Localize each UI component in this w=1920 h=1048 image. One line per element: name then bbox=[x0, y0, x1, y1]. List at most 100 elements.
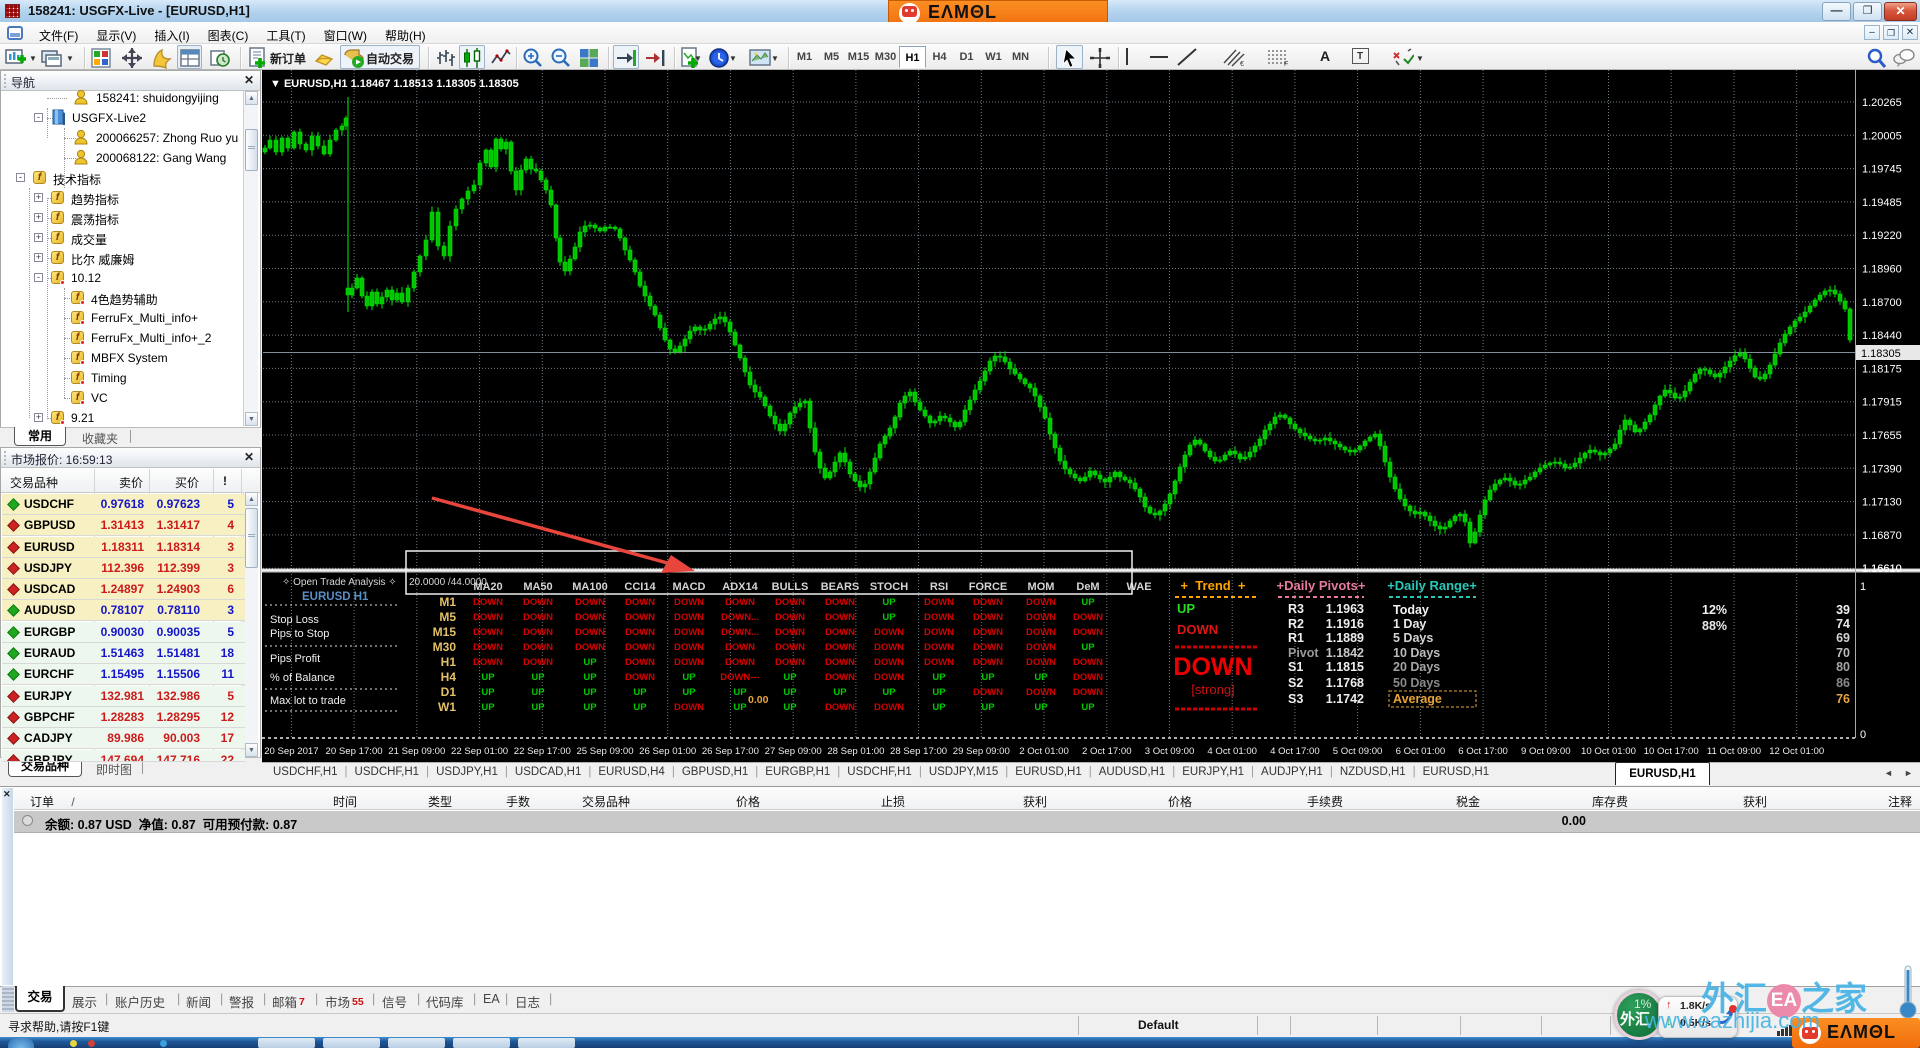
svg-text:1.17130: 1.17130 bbox=[1862, 497, 1902, 509]
svg-text:UP: UP bbox=[932, 702, 946, 713]
svg-text:UP: UP bbox=[1034, 672, 1048, 683]
svg-text:Average: Average bbox=[1393, 692, 1442, 706]
svg-text:DOWN: DOWN bbox=[874, 642, 904, 653]
svg-text:2 Oct 17:00: 2 Oct 17:00 bbox=[1082, 746, 1132, 757]
svg-text:26 Sep 17:00: 26 Sep 17:00 bbox=[702, 746, 759, 757]
svg-text:DOWN: DOWN bbox=[1026, 657, 1056, 668]
svg-text:0: 0 bbox=[1860, 729, 1866, 741]
svg-text:29 Sep 09:00: 29 Sep 09:00 bbox=[953, 746, 1010, 757]
svg-text:S3: S3 bbox=[1288, 692, 1303, 706]
svg-text:1.18305: 1.18305 bbox=[1861, 348, 1901, 360]
svg-text:DOWN: DOWN bbox=[575, 597, 605, 608]
svg-text:1.1963: 1.1963 bbox=[1326, 602, 1364, 616]
svg-text:DOWN: DOWN bbox=[674, 657, 704, 668]
svg-text:DOWN: DOWN bbox=[674, 642, 704, 653]
svg-text:DOWN: DOWN bbox=[874, 702, 904, 713]
svg-text:27 Sep 09:00: 27 Sep 09:00 bbox=[765, 746, 822, 757]
svg-text:DOWN: DOWN bbox=[575, 612, 605, 623]
svg-text:DOWN: DOWN bbox=[825, 627, 855, 638]
svg-text:6 Oct 17:00: 6 Oct 17:00 bbox=[1458, 746, 1508, 757]
svg-text:RSI: RSI bbox=[930, 581, 948, 593]
svg-text:1.18700: 1.18700 bbox=[1862, 297, 1902, 309]
svg-text:DOWN...: DOWN... bbox=[721, 627, 759, 638]
svg-text:DOWN: DOWN bbox=[625, 657, 655, 668]
svg-text:DOWN: DOWN bbox=[473, 657, 503, 668]
svg-text:DOWN: DOWN bbox=[1073, 627, 1103, 638]
svg-text:Stop Loss: Stop Loss bbox=[270, 614, 319, 626]
svg-text:UP: UP bbox=[783, 702, 797, 713]
svg-text:10 Days: 10 Days bbox=[1393, 646, 1440, 660]
svg-text:1.1889: 1.1889 bbox=[1326, 631, 1364, 645]
svg-text:2 Oct 01:00: 2 Oct 01:00 bbox=[1019, 746, 1069, 757]
svg-text:1.16610: 1.16610 bbox=[1862, 563, 1902, 575]
svg-text:9 Oct 09:00: 9 Oct 09:00 bbox=[1521, 746, 1571, 757]
svg-text:DOWN: DOWN bbox=[523, 627, 553, 638]
svg-text:1.19745: 1.19745 bbox=[1862, 164, 1902, 176]
svg-text:DOWN: DOWN bbox=[825, 642, 855, 653]
svg-text:20 Days: 20 Days bbox=[1393, 660, 1440, 674]
svg-text:DOWN: DOWN bbox=[674, 627, 704, 638]
svg-text:WAE: WAE bbox=[1126, 581, 1151, 593]
svg-text:12 Oct 01:00: 12 Oct 01:00 bbox=[1769, 746, 1824, 757]
svg-text:86: 86 bbox=[1836, 676, 1850, 690]
svg-text:20 Sep 17:00: 20 Sep 17:00 bbox=[326, 746, 383, 757]
svg-text:28 Sep 01:00: 28 Sep 01:00 bbox=[827, 746, 884, 757]
svg-text:4 Oct 01:00: 4 Oct 01:00 bbox=[1207, 746, 1257, 757]
svg-text:DOWN: DOWN bbox=[973, 627, 1003, 638]
svg-text:DOWN: DOWN bbox=[523, 597, 553, 608]
svg-text:MA100: MA100 bbox=[572, 581, 607, 593]
svg-text:DOWN: DOWN bbox=[924, 597, 954, 608]
svg-text:DOWN: DOWN bbox=[973, 642, 1003, 653]
svg-text:DOWN: DOWN bbox=[1073, 687, 1103, 698]
svg-text:ADX14: ADX14 bbox=[722, 581, 758, 593]
svg-text:% of Balance: % of Balance bbox=[270, 672, 335, 684]
svg-text:1.1768: 1.1768 bbox=[1326, 676, 1364, 690]
svg-text:DOWN: DOWN bbox=[825, 657, 855, 668]
svg-text:UP: UP bbox=[1081, 702, 1095, 713]
svg-text:28 Sep 17:00: 28 Sep 17:00 bbox=[890, 746, 947, 757]
svg-text:DOWN: DOWN bbox=[625, 612, 655, 623]
svg-text:DOWN: DOWN bbox=[825, 612, 855, 623]
svg-text:DOWN: DOWN bbox=[1026, 597, 1056, 608]
svg-text:DOWN: DOWN bbox=[523, 657, 553, 668]
svg-text:DOWN: DOWN bbox=[1073, 657, 1103, 668]
svg-text:Today: Today bbox=[1393, 603, 1429, 617]
svg-text:UP: UP bbox=[783, 687, 797, 698]
svg-text:[strong]: [strong] bbox=[1191, 682, 1234, 697]
svg-text:DOWN: DOWN bbox=[1073, 672, 1103, 683]
svg-text:1 Day: 1 Day bbox=[1393, 617, 1426, 631]
svg-text:STOCH: STOCH bbox=[870, 581, 908, 593]
svg-text:DOWN: DOWN bbox=[775, 612, 805, 623]
svg-text:Pips to Stop: Pips to Stop bbox=[270, 628, 329, 640]
svg-text:DOWN: DOWN bbox=[924, 627, 954, 638]
svg-text:11 Oct 09:00: 11 Oct 09:00 bbox=[1707, 746, 1761, 757]
svg-text:MACD: MACD bbox=[673, 581, 706, 593]
svg-text:DOWN: DOWN bbox=[825, 597, 855, 608]
svg-text:1.19485: 1.19485 bbox=[1862, 197, 1902, 209]
svg-text:88%: 88% bbox=[1702, 619, 1727, 633]
svg-text:70: 70 bbox=[1836, 646, 1850, 660]
svg-text:50 Days: 50 Days bbox=[1393, 676, 1440, 690]
svg-text:UP: UP bbox=[531, 672, 545, 683]
svg-text:DOWN: DOWN bbox=[473, 612, 503, 623]
svg-text:10 Oct 17:00: 10 Oct 17:00 bbox=[1644, 746, 1699, 757]
svg-text:1.1916: 1.1916 bbox=[1326, 617, 1364, 631]
svg-text:S1: S1 bbox=[1288, 660, 1303, 674]
svg-text:UP: UP bbox=[633, 687, 647, 698]
svg-text:✧ Open Trade Analysis ✧: ✧ Open Trade Analysis ✧ bbox=[282, 577, 397, 588]
svg-text:DOWN: DOWN bbox=[473, 642, 503, 653]
svg-text:+Daily Range+: +Daily Range+ bbox=[1387, 578, 1477, 593]
svg-text:1: 1 bbox=[1860, 581, 1866, 593]
svg-text:DOWN: DOWN bbox=[1073, 612, 1103, 623]
svg-text:UP: UP bbox=[833, 687, 847, 698]
svg-text:+ Trend +: + Trend + bbox=[1180, 578, 1245, 593]
svg-text:UP: UP bbox=[481, 702, 495, 713]
svg-text:DOWN: DOWN bbox=[674, 612, 704, 623]
svg-text:1.1742: 1.1742 bbox=[1326, 692, 1364, 706]
svg-text:F: F bbox=[1284, 61, 1288, 67]
svg-text:DOWN: DOWN bbox=[973, 597, 1003, 608]
svg-text:MOM: MOM bbox=[1028, 581, 1055, 593]
svg-text:UP: UP bbox=[981, 672, 995, 683]
svg-text:10 Oct 01:00: 10 Oct 01:00 bbox=[1581, 746, 1636, 757]
svg-text:DOWN: DOWN bbox=[1026, 687, 1056, 698]
